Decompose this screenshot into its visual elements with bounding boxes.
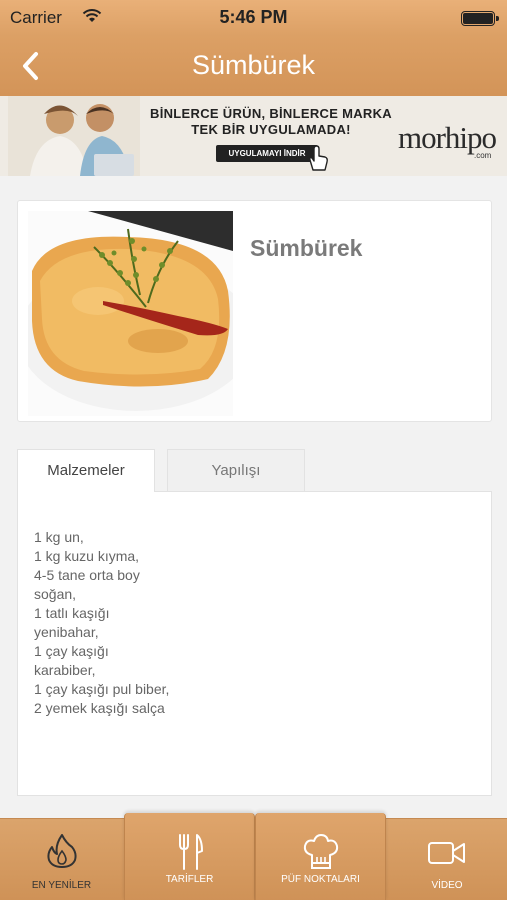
tabbar-label: PÜF NOKTALARI [281, 874, 360, 885]
tabbar-item-video[interactable]: VİDEO [387, 819, 507, 900]
list-item: 1 çay kaşığı [34, 643, 109, 659]
tabbar-label: TARİFLER [165, 874, 214, 885]
flame-icon [46, 834, 77, 868]
list-item: yenibahar, [34, 624, 99, 640]
ad-banner[interactable]: BİNLERCE ÜRÜN, BİNLERCE MARKA TEK BİR UY… [0, 96, 507, 176]
banner-headline-1: BİNLERCE ÜRÜN, BİNLERCE MARKA [150, 106, 392, 121]
banner-headline-2: TEK BİR UYGULAMADA! [191, 122, 351, 137]
list-item: 1 kg kuzu kıyma, [34, 548, 140, 564]
tabbar-item-tarifler[interactable]: TARİFLER [124, 813, 255, 900]
recipe-card: Sümbürek [17, 200, 492, 422]
list-item: soğan, [34, 586, 77, 602]
morhipo-logo-suffix: .com [474, 151, 492, 160]
tabbar-label: EN YENİLER [31, 880, 92, 891]
bottom-tab-bar: EN YENİLER TARİFLER PÜF NOKTALARI VİDEO [0, 813, 507, 900]
list-item: 1 çay kaşığı pul biber, [34, 681, 170, 697]
list-item: karabiber, [34, 662, 96, 678]
download-app-button[interactable]: UYGULAMAYI İNDİR [216, 145, 318, 162]
video-camera-icon [428, 842, 465, 864]
pointer-hand-icon [309, 145, 328, 171]
tab-yapilisi[interactable]: Yapılışı [167, 449, 305, 491]
list-item: 1 kg un, [34, 529, 84, 545]
ingredients-list: 1 kg un, 1 kg kuzu kıyma, 4-5 tane orta … [34, 528, 169, 718]
battery-icon [461, 11, 499, 26]
tabbar-item-en-yeniler[interactable]: EN YENİLER [0, 819, 123, 900]
recipe-title: Sümbürek [250, 235, 363, 261]
tab-malzemeler[interactable]: Malzemeler [17, 449, 155, 492]
recipe-image [28, 211, 233, 416]
tabbar-label: VİDEO [431, 880, 463, 891]
clock-time: 5:46 PM [219, 7, 288, 27]
page-title: Sümbürek [191, 50, 316, 80]
list-item: 4-5 tane orta boy [34, 567, 140, 583]
chef-hat-icon [303, 834, 338, 869]
list-item: 2 yemek kaşığı salça [34, 700, 165, 716]
status-bar: Carrier 5:46 PM [0, 0, 507, 36]
fork-knife-icon [178, 834, 203, 870]
navigation-bar: Sümbürek [0, 36, 507, 96]
ingredients-panel: 1 kg un, 1 kg kuzu kıyma, 4-5 tane orta … [17, 491, 492, 796]
list-item: 1 tatlı kaşığı [34, 605, 110, 621]
couple-photo [8, 96, 140, 176]
tabbar-item-puf-noktalari[interactable]: PÜF NOKTALARI [255, 813, 386, 900]
